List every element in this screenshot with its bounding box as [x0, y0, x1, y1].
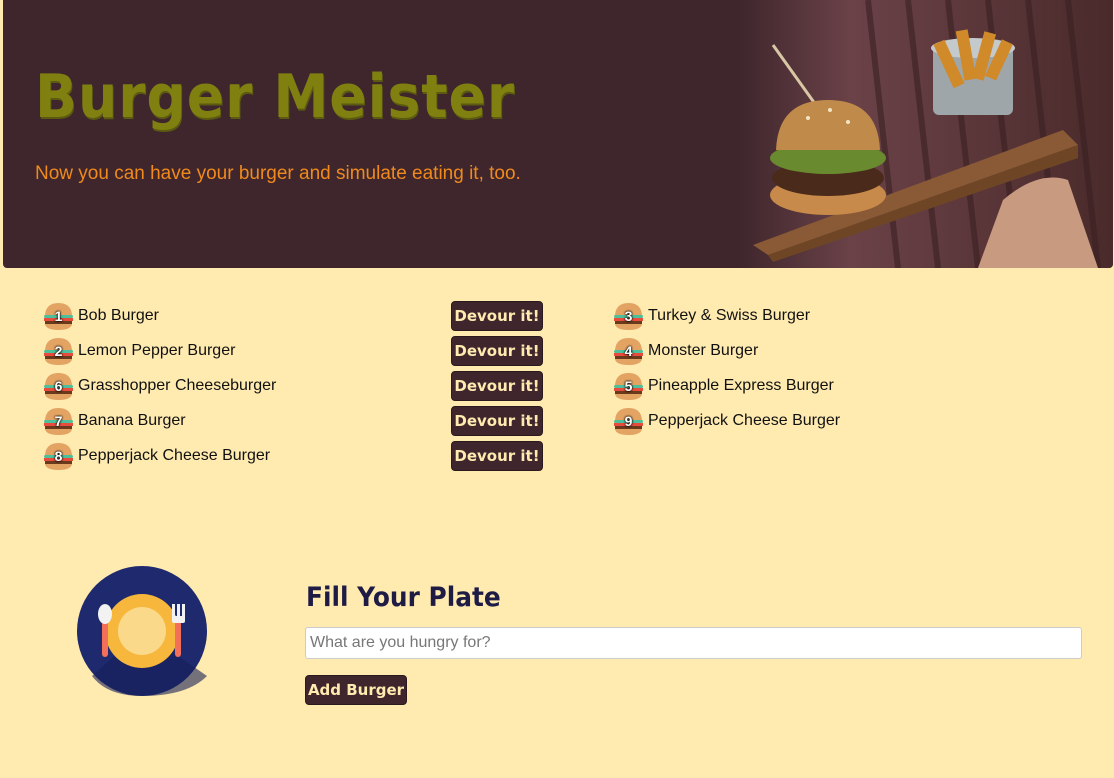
burger-icon: 1 — [43, 302, 74, 331]
burger-item: 7 Banana Burger — [43, 406, 186, 436]
burger-id: 6 — [54, 377, 63, 394]
devour-button[interactable]: Devour it! — [451, 371, 543, 401]
burger-name: Pineapple Express Burger — [648, 377, 834, 394]
devoured-burger-item: 5 Pineapple Express Burger — [613, 371, 834, 401]
burger-icon: 9 — [613, 407, 644, 436]
burger-id: 2 — [54, 342, 63, 359]
burger-name: Grasshopper Cheeseburger — [78, 377, 277, 394]
burger-name: Turkey & Swiss Burger — [648, 307, 811, 324]
burger-id: 1 — [54, 307, 63, 324]
burger-name: Pepperjack Cheese Burger — [78, 447, 271, 464]
hero-banner: Burger Meister Now you can have your bur… — [3, 0, 1113, 268]
devour-button[interactable]: Devour it! — [451, 406, 543, 436]
burger-name: Monster Burger — [648, 342, 759, 359]
burger-name-input[interactable] — [305, 627, 1082, 659]
burger-icon: 2 — [43, 337, 74, 366]
burger-icon: 3 — [613, 302, 644, 331]
devour-button[interactable]: Devour it! — [451, 336, 543, 366]
devour-button[interactable]: Devour it! — [451, 301, 543, 331]
devoured-burger-item: 3 Turkey & Swiss Burger — [613, 301, 810, 331]
burger-name: Lemon Pepper Burger — [78, 342, 236, 359]
site-title: Burger Meister — [35, 62, 516, 132]
burger-name: Bob Burger — [78, 307, 159, 324]
burger-item: 6 Grasshopper Cheeseburger — [43, 371, 276, 401]
plate-fork-spoon-icon — [77, 566, 207, 696]
burger-id: 3 — [624, 307, 633, 324]
burger-fries-photo — [738, 0, 1113, 268]
devour-button[interactable]: Devour it! — [451, 441, 543, 471]
burger-id: 9 — [624, 412, 633, 429]
burger-icon: 5 — [613, 372, 644, 401]
burger-icon: 6 — [43, 372, 74, 401]
burger-id: 4 — [624, 342, 633, 359]
burger-icon: 8 — [43, 442, 74, 471]
burger-item: 2 Lemon Pepper Burger — [43, 336, 235, 366]
burger-name: Pepperjack Cheese Burger — [648, 412, 841, 429]
burger-id: 7 — [54, 412, 63, 429]
devoured-burger-item: 4 Monster Burger — [613, 336, 758, 366]
burger-id: 8 — [54, 447, 63, 464]
burger-id: 5 — [624, 377, 633, 394]
devoured-burger-item: 9 Pepperjack Cheese Burger — [613, 406, 840, 436]
burger-name: Banana Burger — [78, 412, 186, 429]
form-title: Fill Your Plate — [306, 582, 501, 613]
site-tagline: Now you can have your burger and simulat… — [35, 163, 521, 184]
burger-item: 1 Bob Burger — [43, 301, 159, 331]
add-burger-button[interactable]: Add Burger — [305, 675, 407, 705]
burger-item: 8 Pepperjack Cheese Burger — [43, 441, 270, 471]
burger-icon: 4 — [613, 337, 644, 366]
burger-icon: 7 — [43, 407, 74, 436]
